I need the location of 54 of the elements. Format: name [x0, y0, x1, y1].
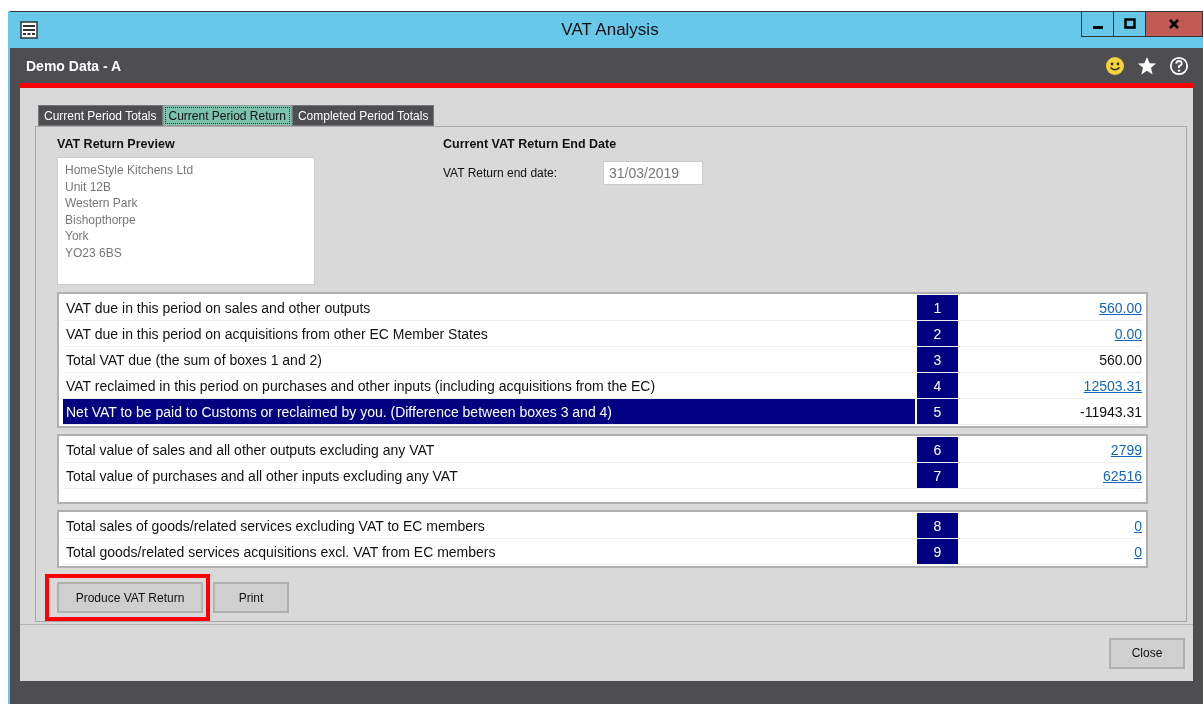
box-number: 9	[917, 539, 958, 564]
row-label[interactable]: Total goods/related services acquisitions excl. VAT from EC members	[63, 539, 915, 564]
row-label[interactable]: Total sales of goods/related services excluding VAT to EC members	[63, 513, 915, 538]
box-number: 2	[917, 321, 958, 346]
row-label[interactable]: Total value of purchases and all other inputs excluding any VAT	[63, 463, 915, 488]
address-line: Unit 12B	[65, 178, 113, 195]
row-label[interactable]: VAT reclaimed in this period on purchases and other inputs (including acquisitions from the EC)	[63, 373, 915, 398]
window-title: VAT Analysis	[560, 20, 660, 40]
section-heading: VAT Return Preview	[57, 137, 176, 153]
row-label[interactable]: Total value of sales and all other outputs excluding any VAT	[63, 437, 915, 462]
address-line: HomeStyle Kitchens Ltd	[65, 162, 195, 179]
value-link[interactable]: 0	[1134, 543, 1142, 560]
value-link[interactable]: 62516	[1103, 467, 1142, 484]
row-label[interactable]: Total VAT due (the sum of boxes 1 and 2)	[63, 347, 915, 372]
window-icon	[20, 21, 38, 39]
box-number: 3	[917, 347, 958, 372]
tab[interactable]: Completed Period Totals	[291, 105, 435, 126]
box-number: 6	[917, 437, 958, 462]
action-button[interactable]: Print	[213, 582, 289, 613]
company-title: Demo Data - A	[26, 57, 122, 74]
value-text: -11943.31	[1080, 403, 1142, 420]
row-label[interactable]: VAT due in this period on sales and other outputs	[63, 295, 915, 320]
address-line: Bishopthorpe	[65, 211, 137, 228]
value-link[interactable]: 0.00	[1114, 325, 1142, 342]
value-link[interactable]: 0	[1134, 517, 1142, 534]
minimize-button[interactable]	[1081, 12, 1114, 37]
value-link[interactable]: 12503.31	[1083, 377, 1142, 394]
action-button[interactable]: Produce VAT Return	[57, 582, 203, 613]
minimize-icon	[1092, 26, 1103, 29]
address-line: YO23 6BS	[65, 244, 123, 261]
address-line: York	[65, 228, 90, 245]
box-number: 1	[917, 295, 958, 320]
close-button[interactable]	[1145, 12, 1203, 37]
address-line: Western Park	[65, 195, 139, 212]
row-label[interactable]: VAT due in this period on acquisitions from other EC Member States	[63, 321, 915, 346]
field-label: VAT Return end date:	[443, 166, 559, 180]
date-field[interactable]: 31/03/2019	[603, 161, 703, 185]
box-number: 5	[917, 399, 958, 424]
box-number: 4	[917, 373, 958, 398]
star-icon[interactable]	[1137, 55, 1157, 76]
box-number: 7	[917, 463, 958, 488]
value-link[interactable]: 2799	[1110, 441, 1142, 458]
maximize-icon	[1123, 18, 1136, 30]
close-icon	[1168, 18, 1180, 30]
box-number: 8	[917, 513, 958, 538]
tab[interactable]: Current Period Totals	[38, 105, 163, 126]
smiley-icon[interactable]	[1105, 55, 1125, 76]
row-label[interactable]: Net VAT to be paid to Customs or reclaimed by you. (Difference between boxes 3 and 4)	[63, 399, 915, 424]
close-dialog-button[interactable]: Close	[1109, 637, 1185, 669]
value-text: 560.00	[1099, 351, 1142, 368]
tab[interactable]: Current Period Return	[162, 105, 292, 126]
value-link[interactable]: 560.00	[1099, 299, 1142, 316]
section-heading: Current VAT Return End Date	[443, 137, 618, 153]
help-icon[interactable]	[1169, 55, 1189, 76]
